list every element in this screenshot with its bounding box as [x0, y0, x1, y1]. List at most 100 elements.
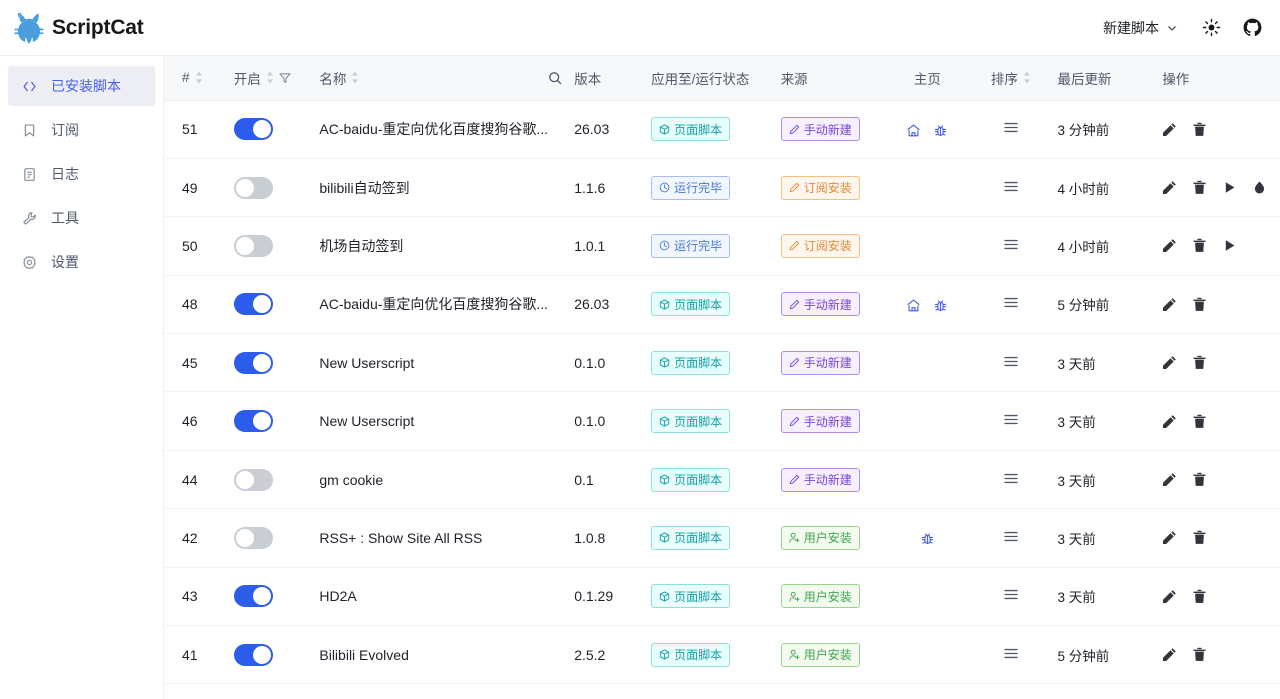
drag-handle-icon[interactable]	[1003, 530, 1019, 543]
cell-name[interactable]: AC-baidu-重定向优化百度搜狗谷歌...	[313, 100, 569, 159]
run-status-badge[interactable]: 页面脚本	[651, 642, 731, 667]
enable-toggle[interactable]	[233, 176, 273, 199]
edit-icon[interactable]	[1162, 414, 1177, 429]
enable-toggle[interactable]	[233, 643, 273, 666]
drag-handle-icon[interactable]	[1003, 647, 1019, 660]
run-status-badge[interactable]: 页面脚本	[651, 117, 731, 142]
home-icon[interactable]	[906, 298, 921, 313]
script-name[interactable]: 机场自动签到	[319, 236, 562, 256]
drag-handle-icon[interactable]	[1003, 355, 1019, 368]
bug-icon[interactable]	[920, 531, 935, 546]
drag-handle-icon[interactable]	[1003, 180, 1019, 193]
cell-name[interactable]: Bilibili Evolved	[313, 625, 569, 685]
sidebar-item-tools[interactable]: 工具	[8, 198, 155, 238]
enable-toggle[interactable]	[233, 234, 273, 257]
bug-icon[interactable]	[933, 123, 948, 138]
edit-icon[interactable]	[1162, 180, 1177, 195]
source-badge[interactable]: 手动新建	[780, 117, 860, 142]
delete-icon[interactable]	[1192, 589, 1207, 604]
sort-arrows-icon[interactable]	[351, 71, 359, 84]
delete-icon[interactable]	[1192, 180, 1207, 195]
sort-arrows-icon[interactable]	[1023, 71, 1031, 84]
edit-icon[interactable]	[1162, 472, 1177, 487]
source-badge[interactable]: 用户安装	[780, 642, 860, 667]
cell-name[interactable]: RSS+ : Show Site All RSS	[313, 508, 569, 568]
cell-name[interactable]: New Userscript	[313, 333, 569, 393]
delete-icon[interactable]	[1192, 355, 1207, 370]
github-icon[interactable]	[1243, 18, 1262, 37]
cell-name[interactable]: AC-baidu-重定向优化百度搜狗谷歌...	[313, 275, 569, 335]
run-icon[interactable]	[1222, 238, 1237, 253]
source-badge[interactable]: 用户安装	[780, 525, 860, 550]
edit-icon[interactable]	[1162, 355, 1177, 370]
edit-icon[interactable]	[1162, 589, 1177, 604]
drag-handle-icon[interactable]	[1003, 296, 1019, 309]
run-status-badge[interactable]: 页面脚本	[651, 292, 731, 317]
source-badge[interactable]: 手动新建	[780, 292, 860, 317]
enable-toggle[interactable]	[233, 118, 273, 141]
delete-icon[interactable]	[1192, 122, 1207, 137]
cell-name[interactable]: HD2A	[313, 567, 569, 627]
delete-icon[interactable]	[1192, 297, 1207, 312]
enable-toggle[interactable]	[233, 468, 273, 491]
run-status-badge[interactable]: 页面脚本	[651, 467, 731, 492]
enable-toggle[interactable]	[233, 351, 273, 374]
cell-name[interactable]: New Userscript	[313, 391, 569, 451]
script-name[interactable]: gm cookie	[319, 472, 562, 488]
delete-icon[interactable]	[1192, 472, 1207, 487]
edit-icon[interactable]	[1162, 297, 1177, 312]
sidebar-item-subscriptions[interactable]: 订阅	[8, 110, 155, 150]
script-name[interactable]: New Userscript	[319, 413, 562, 429]
filter-icon[interactable]	[279, 72, 291, 84]
sidebar-item-settings[interactable]: 设置	[8, 242, 155, 282]
edit-icon[interactable]	[1162, 122, 1177, 137]
brand[interactable]: ScriptCat	[14, 12, 144, 44]
run-status-badge[interactable]: 页面脚本	[651, 350, 731, 375]
home-icon[interactable]	[906, 123, 921, 138]
enable-toggle[interactable]	[233, 293, 273, 316]
cell-name[interactable]: gm cookie	[313, 450, 569, 510]
sidebar-item-installed-scripts[interactable]: 已安装脚本	[8, 66, 155, 106]
enable-toggle[interactable]	[233, 526, 273, 549]
cloud-icon[interactable]	[1252, 180, 1267, 195]
script-name[interactable]: RSS+ : Show Site All RSS	[319, 530, 562, 546]
sort-arrows-icon[interactable]	[266, 71, 274, 84]
script-name[interactable]: AC-baidu-重定向优化百度搜狗谷歌...	[319, 119, 562, 139]
source-badge[interactable]: 用户安装	[780, 584, 860, 609]
drag-handle-icon[interactable]	[1003, 238, 1019, 251]
run-status-badge[interactable]: 页面脚本	[651, 409, 731, 434]
delete-icon[interactable]	[1192, 647, 1207, 662]
drag-handle-icon[interactable]	[1003, 121, 1019, 134]
col-header-sort[interactable]: 排序	[970, 56, 1052, 101]
sort-arrows-icon[interactable]	[195, 71, 203, 84]
run-status-badge[interactable]: 页面脚本	[651, 525, 731, 550]
drag-handle-icon[interactable]	[1003, 413, 1019, 426]
delete-icon[interactable]	[1192, 238, 1207, 253]
source-badge[interactable]: 订阅安装	[780, 233, 860, 258]
run-status-badge[interactable]: 页面脚本	[651, 584, 731, 609]
run-status-badge[interactable]: 运行完毕	[651, 233, 731, 258]
col-header-name[interactable]: 名称	[313, 56, 569, 101]
source-badge[interactable]: 手动新建	[780, 350, 860, 375]
script-name[interactable]: New Userscript	[319, 355, 562, 371]
script-name[interactable]: AC-baidu-重定向优化百度搜狗谷歌...	[319, 294, 562, 314]
source-badge[interactable]: 手动新建	[780, 467, 860, 492]
bug-icon[interactable]	[933, 298, 948, 313]
run-status-badge[interactable]: 运行完毕	[651, 175, 731, 200]
drag-handle-icon[interactable]	[1003, 588, 1019, 601]
delete-icon[interactable]	[1192, 530, 1207, 545]
sidebar-item-logs[interactable]: 日志	[8, 154, 155, 194]
drag-handle-icon[interactable]	[1003, 472, 1019, 485]
col-header-index[interactable]: #	[164, 56, 228, 101]
edit-icon[interactable]	[1162, 647, 1177, 662]
search-icon[interactable]	[548, 71, 562, 85]
script-name[interactable]: HD2A	[319, 588, 562, 604]
enable-toggle[interactable]	[233, 410, 273, 433]
delete-icon[interactable]	[1192, 414, 1207, 429]
new-script-button[interactable]: 新建脚本	[1101, 14, 1180, 42]
script-name[interactable]: bilibili自动签到	[319, 178, 562, 198]
enable-toggle[interactable]	[233, 585, 273, 608]
edit-icon[interactable]	[1162, 530, 1177, 545]
run-icon[interactable]	[1222, 180, 1237, 195]
edit-icon[interactable]	[1162, 238, 1177, 253]
